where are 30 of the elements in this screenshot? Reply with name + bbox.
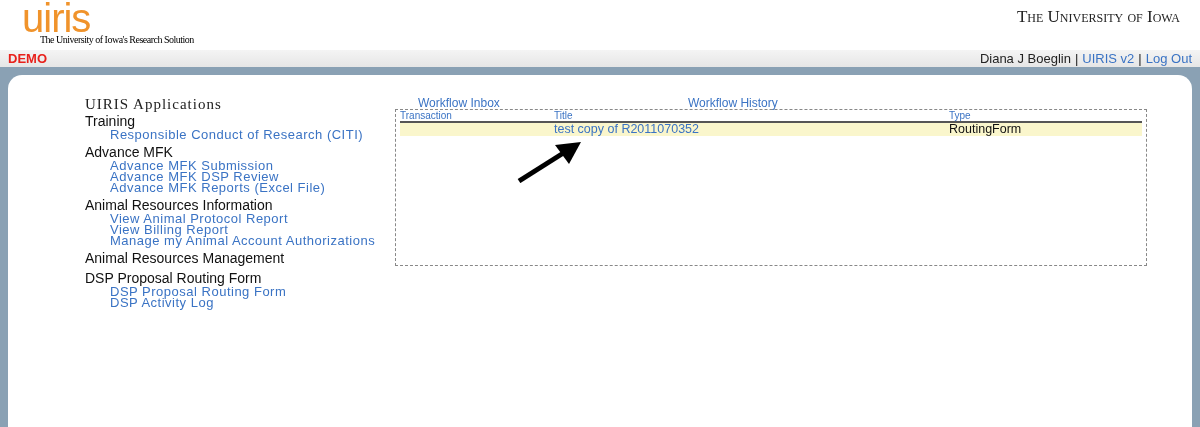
sidebar-link[interactable]: DSP Proposal Routing Form xyxy=(110,286,378,297)
sidebar-link[interactable]: Advance MFK Submission xyxy=(110,160,378,171)
sidebar-link[interactable]: Advance MFK Reports (Excel File) xyxy=(110,182,378,193)
table-row[interactable]: test copy of R2011070352 RoutingForm xyxy=(400,123,1142,136)
sidebar-link[interactable]: Advance MFK DSP Review xyxy=(110,171,378,182)
column-header: Title xyxy=(554,110,574,121)
section-heading: Animal Resources Information xyxy=(85,197,274,213)
header-link[interactable]: Log Out xyxy=(1145,48,1192,69)
header-link[interactable]: UIRIS v2 xyxy=(1082,48,1135,69)
workflow-tab[interactable]: Workflow History xyxy=(665,97,935,109)
sidebar-link[interactable]: Responsible Conduct of Research (CITI) xyxy=(110,129,378,140)
title-link[interactable]: test copy of R2011070352 xyxy=(554,123,949,136)
section-heading: Advance MFK xyxy=(85,144,174,160)
user-name: Diana J Boeglin xyxy=(979,49,1071,68)
logo-tagline: The University of Iowa's Research Solution xyxy=(40,34,194,45)
separator: | xyxy=(1138,49,1142,68)
environment-label: DEMO xyxy=(8,49,47,68)
university-name: The University of Iowa xyxy=(1016,6,1180,28)
sidebar-link[interactable]: View Animal Protocol Report xyxy=(110,213,378,224)
pointer-arrow-drawing xyxy=(517,142,581,183)
column-header: Type xyxy=(949,110,971,121)
section-heading: Training xyxy=(85,113,136,129)
workflow-tab[interactable]: Workflow Inbox xyxy=(395,97,665,109)
column-header: Transaction xyxy=(400,110,453,121)
section-heading: Animal Resources Management xyxy=(85,250,286,266)
table-cell: RoutingForm xyxy=(949,123,1022,136)
sidebar-title: UIRIS Applications xyxy=(85,95,223,113)
separator: | xyxy=(1074,49,1079,68)
logo-wordmark: uiris xyxy=(22,2,91,34)
section-heading: DSP Proposal Routing Form xyxy=(85,270,263,286)
